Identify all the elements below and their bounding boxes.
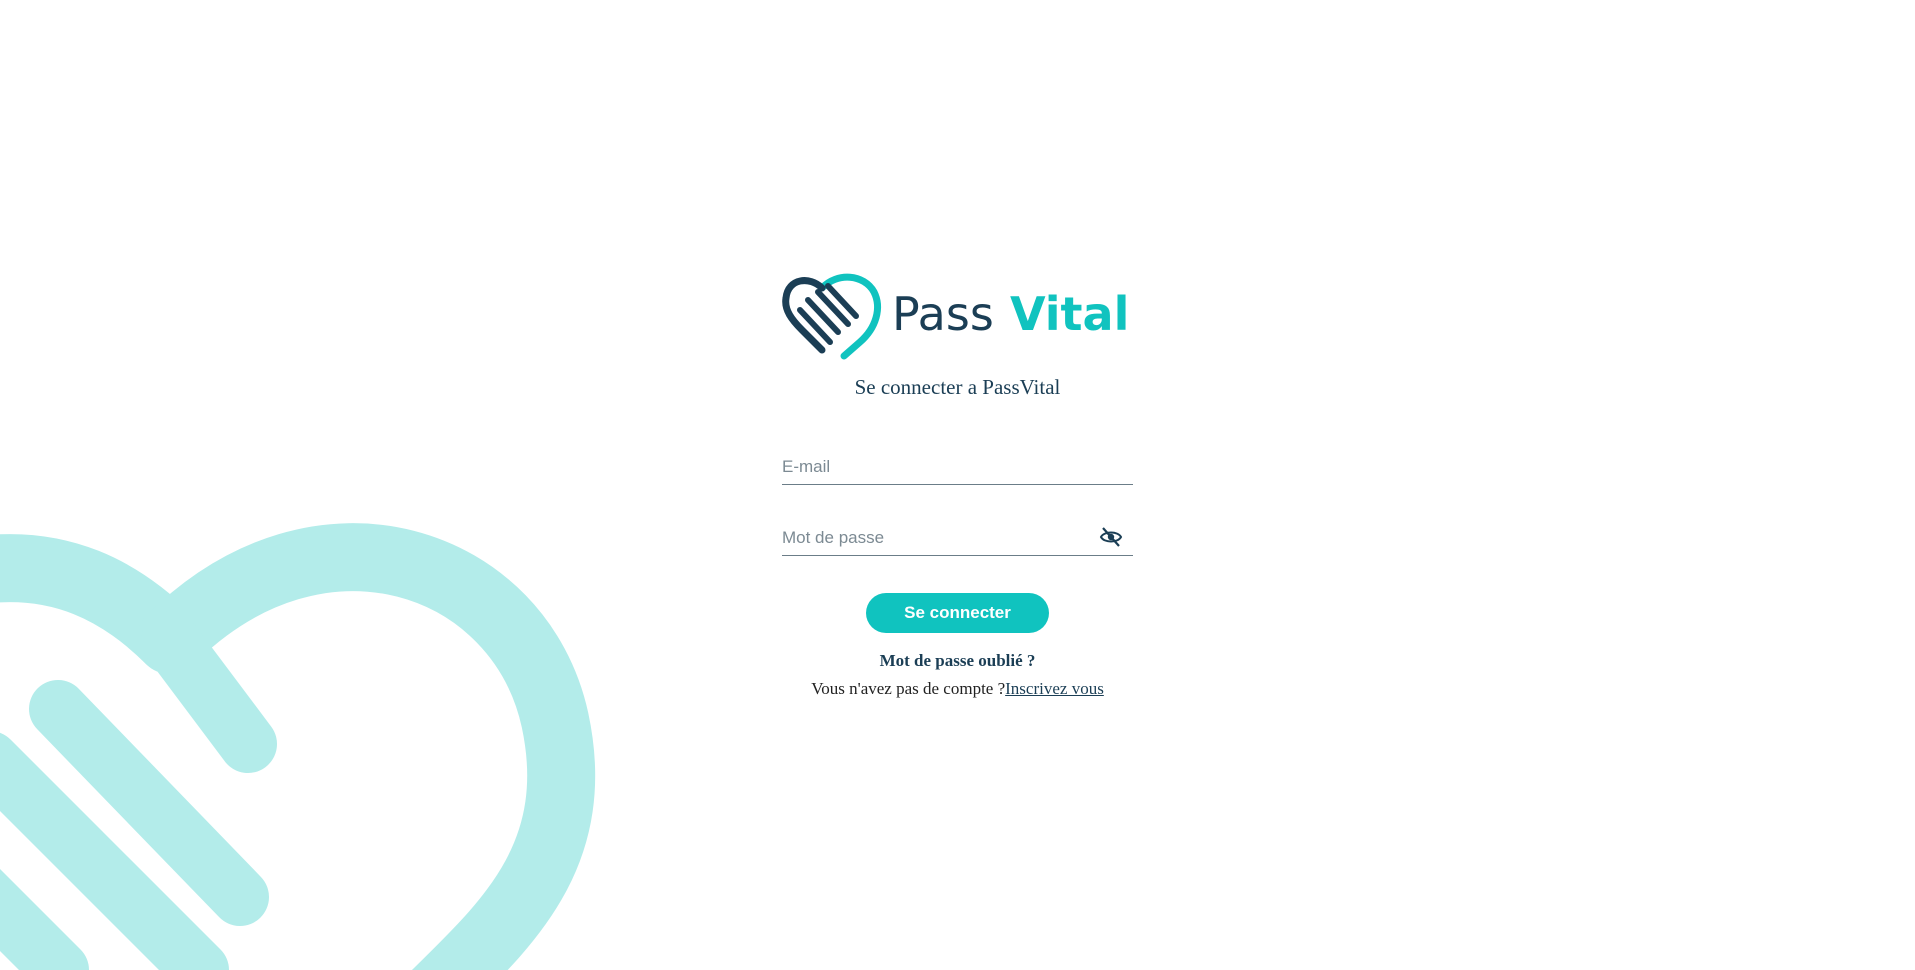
login-button[interactable]: Se connecter	[866, 593, 1049, 633]
email-field-wrapper	[782, 452, 1133, 485]
background-heart-graphic	[0, 523, 596, 970]
no-account-text: Vous n'avez pas de compte ?	[811, 679, 1006, 698]
page-title: Se connecter a PassVital	[854, 375, 1061, 399]
signup-link[interactable]: Inscrivez vous	[1005, 679, 1104, 698]
eye-off-icon[interactable]	[1099, 525, 1123, 549]
forgot-password-link[interactable]: Mot de passe oublié ?	[782, 651, 1133, 671]
login-page: Pass Vital Se connecter a PassVital Se c…	[0, 0, 1915, 970]
passvital-logo: Pass Vital	[782, 270, 1133, 362]
password-input[interactable]	[782, 523, 1082, 553]
signup-prompt: Vous n'avez pas de compte ?Inscrivez vou…	[782, 679, 1133, 699]
password-field-wrapper	[782, 523, 1133, 556]
logo-word-vital: Vital	[1010, 287, 1129, 341]
heart-hand-icon	[782, 273, 881, 360]
email-input[interactable]	[782, 452, 1082, 482]
logo-word-pass: Pass	[892, 287, 994, 341]
